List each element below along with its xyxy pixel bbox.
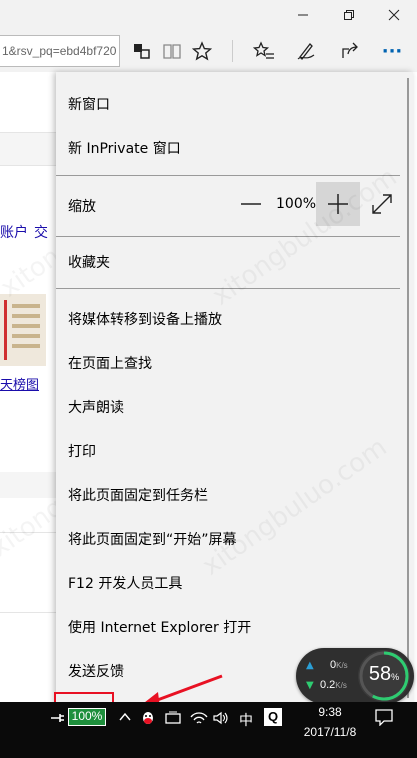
- add-favorite-button[interactable]: [186, 35, 218, 67]
- page-link-trade[interactable]: 交: [34, 222, 48, 242]
- taskbar: 100% 中 Q 9:38 2017/11/8: [0, 702, 417, 758]
- download-speed: 0.2K/s: [320, 679, 347, 691]
- clock[interactable]: 9:38 2017/11/8: [300, 702, 360, 742]
- zoom-label: 缩放: [68, 199, 96, 215]
- qq-tray-button[interactable]: [140, 710, 156, 729]
- upload-arrow-icon: ▲: [306, 660, 314, 671]
- speaker-icon: [213, 711, 228, 725]
- menu-item-new-inprivate[interactable]: 新 InPrivate 窗口: [68, 138, 181, 158]
- menu-item-favorites[interactable]: 收藏夹: [68, 252, 110, 272]
- action-center-button[interactable]: [374, 708, 394, 729]
- menu-item-pin-taskbar[interactable]: 将此页面固定到任务栏: [68, 485, 208, 505]
- menu-item-find-on-page[interactable]: 在页面上查找: [68, 353, 152, 373]
- reading-view-alt-button[interactable]: [126, 35, 158, 67]
- thumbnail-image: [0, 294, 46, 366]
- clock-date: 2017/11/8: [303, 725, 357, 739]
- download-arrow-icon: ▼: [306, 680, 314, 691]
- web-note-button[interactable]: [290, 35, 322, 67]
- device-icon: [165, 711, 181, 724]
- menu-item-print[interactable]: 打印: [68, 441, 96, 461]
- power-plug-icon[interactable]: [50, 710, 66, 726]
- star-icon: [192, 41, 212, 61]
- reading-view-button[interactable]: [156, 35, 188, 67]
- favorites-list-icon: [253, 41, 274, 59]
- zoom-value: 100%: [276, 196, 317, 212]
- close-button[interactable]: [371, 0, 417, 30]
- page-link-account[interactable]: 账户: [0, 222, 28, 242]
- q-app-icon: Q: [264, 708, 282, 726]
- page-thumbnail[interactable]: [0, 294, 46, 366]
- tray-app-button[interactable]: [164, 710, 182, 729]
- network-speed-widget[interactable]: ▲ 0K/s ▼ 0.2K/s 58%: [296, 648, 414, 704]
- toolbar-separator: [232, 40, 233, 62]
- battery-indicator[interactable]: 100%: [68, 708, 106, 726]
- wifi-icon: [190, 712, 208, 724]
- chevron-up-icon: [119, 712, 131, 721]
- close-icon: [388, 9, 400, 21]
- menu-item-open-ie[interactable]: 使用 Internet Explorer 打开: [68, 617, 251, 637]
- watermark: xitongbuluo.com: [207, 162, 402, 311]
- menu-item-pin-start[interactable]: 将此页面固定到“开始”屏幕: [68, 529, 237, 549]
- volume-button[interactable]: [212, 710, 230, 729]
- ime-indicator[interactable]: 中: [239, 710, 253, 730]
- show-hidden-icons-button[interactable]: [118, 710, 132, 727]
- restore-button[interactable]: [326, 0, 372, 30]
- menu-scrollbar[interactable]: [405, 78, 411, 698]
- fullscreen-button[interactable]: [368, 190, 396, 218]
- plus-icon: [328, 194, 348, 214]
- menu-item-read-aloud[interactable]: 大声朗读: [68, 397, 124, 417]
- menu-item-cast-media[interactable]: 将媒体转移到设备上播放: [68, 309, 222, 329]
- book-icon: [163, 44, 181, 59]
- clock-time: 9:38: [318, 705, 342, 719]
- wifi-button[interactable]: [190, 710, 208, 729]
- more-actions-menu: 新窗口 新 InPrivate 窗口 缩放 100% 收藏夹 将媒体转移到设备上…: [54, 72, 413, 736]
- tray-q-app-button[interactable]: Q: [264, 708, 282, 726]
- menu-divider: [56, 175, 400, 176]
- page-link-ranking[interactable]: 天榜图: [0, 374, 39, 393]
- memory-percent: 58%: [368, 663, 400, 685]
- address-bar[interactable]: 1&rsv_pq=ebd4bf720: [0, 35, 120, 67]
- menu-divider: [56, 288, 400, 289]
- page-block: [0, 472, 60, 498]
- page-bar: [0, 132, 60, 166]
- watermark: xitongbuluo.com: [197, 432, 392, 581]
- minus-icon: [241, 203, 261, 205]
- menu-item-new-window[interactable]: 新窗口: [68, 94, 110, 114]
- translate-icon: [134, 44, 150, 59]
- title-bar: [0, 0, 417, 30]
- minimize-icon: [298, 14, 308, 16]
- browser-toolbar: 1&rsv_pq=ebd4bf720 ···: [0, 30, 417, 72]
- plug-icon: [51, 714, 64, 722]
- favorites-hub-button[interactable]: [248, 35, 280, 67]
- page-divider: [0, 532, 60, 533]
- upload-speed: 0K/s: [330, 659, 348, 671]
- menu-item-feedback[interactable]: 发送反馈: [68, 661, 124, 681]
- more-actions-button[interactable]: ···: [376, 35, 408, 67]
- notification-icon: [375, 709, 393, 727]
- share-button[interactable]: [334, 35, 366, 67]
- menu-divider: [56, 236, 400, 237]
- zoom-out-button[interactable]: [238, 184, 264, 224]
- restore-icon: [344, 10, 354, 20]
- qq-penguin-icon: [143, 712, 153, 724]
- fullscreen-icon: [372, 194, 392, 214]
- minimize-button[interactable]: [280, 0, 326, 30]
- page-divider: [0, 612, 60, 613]
- share-icon: [342, 42, 358, 58]
- scrollbar-track: [407, 78, 409, 698]
- menu-item-f12-tools[interactable]: F12 开发人员工具: [68, 573, 182, 593]
- zoom-in-button[interactable]: [316, 182, 360, 226]
- memory-gauge: 58%: [358, 650, 410, 702]
- pen-icon: [297, 43, 315, 60]
